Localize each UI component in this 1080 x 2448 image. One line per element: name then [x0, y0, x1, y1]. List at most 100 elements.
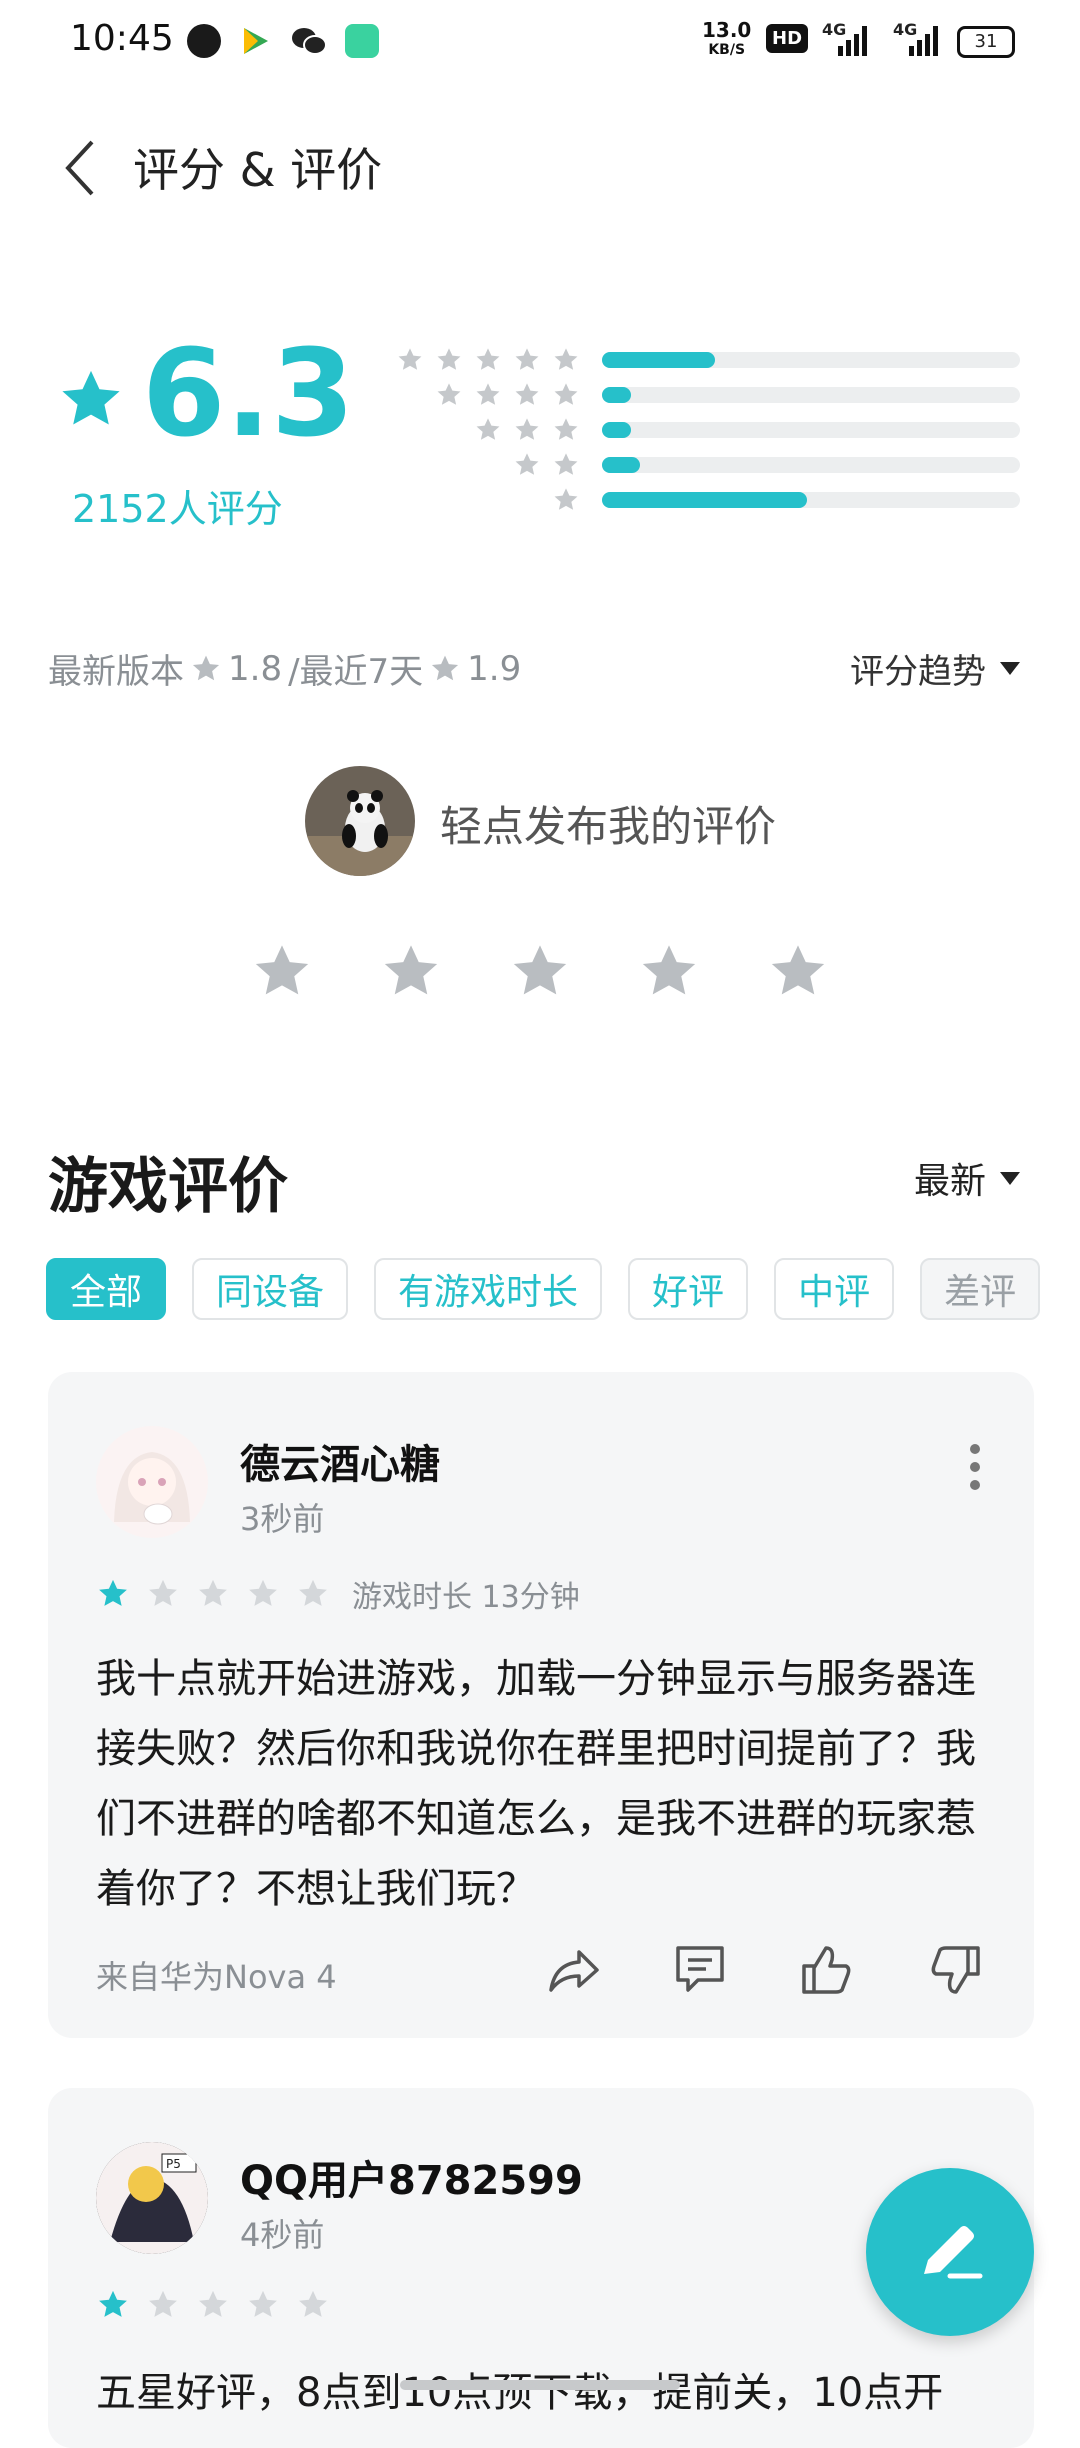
- star-icon: [515, 383, 539, 405]
- star-icon: [99, 1579, 127, 1606]
- review-stars: [96, 2288, 330, 2322]
- star-icon: [249, 2290, 277, 2317]
- star-icon: [515, 348, 539, 370]
- latest-version-score: 1.8: [228, 648, 283, 689]
- rating-star-icon: [62, 370, 120, 425]
- rating-bar-track: [602, 492, 1020, 508]
- star-icon: [476, 418, 500, 440]
- star-icon: [554, 453, 578, 475]
- section-title: 游戏评价: [48, 1152, 288, 1222]
- star-icon: [476, 348, 500, 370]
- my-rating-stars[interactable]: [250, 940, 830, 1004]
- chevron-left-icon: [65, 140, 94, 196]
- reviewer-avatar: [96, 1426, 208, 1538]
- star-icon: [398, 348, 422, 370]
- home-indicator: [400, 2380, 680, 2390]
- star-icon: [199, 2290, 227, 2317]
- review-time: 3秒前: [240, 1500, 325, 1538]
- star-icon: [515, 453, 539, 475]
- reviewer-name: QQ用户8782599: [240, 2158, 583, 2204]
- rating-bar-4-star: [380, 380, 1020, 410]
- filter-all[interactable]: 全部: [46, 1258, 167, 1320]
- filter-neutral[interactable]: 中评: [774, 1258, 895, 1320]
- hd-badge: HD: [766, 24, 809, 53]
- thumbs-up-icon[interactable]: [796, 1940, 856, 2000]
- filter-same-device[interactable]: 同设备: [192, 1258, 349, 1320]
- star-icon: [99, 2290, 127, 2317]
- rating-bar-2-star: [380, 450, 1020, 480]
- filter-tabs: 全部 同设备 有游戏时长 好评 中评 差评: [46, 1258, 1041, 1320]
- filter-has-playtime[interactable]: 有游戏时长: [374, 1258, 603, 1320]
- net-type-2: 4G: [893, 20, 918, 39]
- rate-star-icon[interactable]: [250, 940, 314, 1004]
- star-icon: [199, 1579, 227, 1606]
- rate-star-icon[interactable]: [637, 940, 701, 1004]
- share-icon[interactable]: [543, 1940, 603, 2000]
- write-review-button[interactable]: [866, 2168, 1034, 2336]
- network-speed: 13.0 KB/S: [702, 18, 752, 58]
- status-time: 10:45: [70, 18, 174, 59]
- filter-positive[interactable]: 好评: [628, 1258, 749, 1320]
- star-icon: [437, 348, 461, 370]
- svg-text:P5: P5: [166, 2157, 181, 2171]
- rate-star-icon[interactable]: [766, 940, 830, 1004]
- star-icon: [515, 418, 539, 440]
- star-icon: [149, 2290, 177, 2317]
- rating-bar-track: [602, 352, 1020, 368]
- wechat-icon: [290, 24, 327, 58]
- page-title: 评分 & 评价: [133, 143, 383, 197]
- review-time: 4秒前: [240, 2216, 325, 2254]
- publish-review-prompt[interactable]: 轻点发布我的评价: [440, 793, 776, 854]
- recent-score: 1.9: [467, 648, 522, 689]
- star-icon: [554, 383, 578, 405]
- reviewer-name: 德云酒心糖: [240, 1442, 440, 1488]
- rating-trend-dropdown[interactable]: 评分趋势: [850, 644, 1020, 693]
- star-icon: [476, 383, 500, 405]
- sort-dropdown[interactable]: 最新: [914, 1152, 1020, 1204]
- rating-bar-fill: [602, 387, 632, 403]
- star-icon: [554, 348, 578, 370]
- review-card: 德云酒心糖 3秒前 游戏时长 13分钟 我十点就开始进游戏，加载一分钟显示与服务…: [48, 1372, 1034, 2038]
- rating-bar-fill: [602, 352, 715, 368]
- comment-icon[interactable]: [670, 1940, 730, 2000]
- star-icon: [554, 488, 578, 510]
- rating-bar-track: [602, 457, 1020, 473]
- latest-version-label: 最新版本: [48, 652, 184, 692]
- rating-trend-label: 评分趋势: [850, 652, 986, 692]
- star-icon: [432, 655, 459, 680]
- rating-bar-fill: [602, 492, 807, 508]
- star-icon: [554, 418, 578, 440]
- net-type-1: 4G: [822, 20, 847, 39]
- average-score: 6.3: [142, 325, 355, 464]
- star-icon: [299, 2290, 327, 2317]
- back-button[interactable]: [62, 138, 96, 198]
- my-avatar: [305, 766, 415, 876]
- thumbs-down-icon[interactable]: [926, 1940, 986, 2000]
- rate-star-icon[interactable]: [508, 940, 572, 1004]
- play-store-icon: [238, 24, 272, 58]
- more-options-button[interactable]: [970, 1444, 982, 1490]
- pen-icon: [924, 2226, 983, 2279]
- review-stars: 游戏时长 13分钟: [96, 1572, 580, 1616]
- dropdown-arrow-icon: [1000, 662, 1020, 675]
- dropdown-arrow-icon: [1000, 1171, 1020, 1185]
- device-label: 来自华为Nova 4: [96, 1958, 337, 1996]
- facebook-icon: [187, 24, 221, 58]
- filter-negative[interactable]: 差评: [920, 1258, 1041, 1320]
- reviewer-avatar: P5: [96, 2142, 208, 2254]
- rating-bar-fill: [602, 422, 632, 438]
- app-icon: [345, 24, 379, 58]
- sort-label: 最新: [913, 1161, 986, 1202]
- battery-icon: 31: [957, 26, 1015, 58]
- star-icon: [249, 1579, 277, 1606]
- rating-bar-track: [602, 387, 1020, 403]
- rating-bar-fill: [602, 457, 640, 473]
- rating-count: 2152人评分: [72, 487, 283, 531]
- version-ratings: 最新版本 1.8 /最近7天 1.9: [48, 644, 521, 693]
- star-icon: [149, 1579, 177, 1606]
- star-icon: [437, 383, 461, 405]
- rate-star-icon[interactable]: [379, 940, 443, 1004]
- review-star-rating: [96, 1577, 330, 1611]
- playtime-label: 游戏时长 13分钟: [352, 1580, 580, 1615]
- review-text: 五星好评，8点到10点预下载，提前关，10点开: [96, 2370, 944, 2416]
